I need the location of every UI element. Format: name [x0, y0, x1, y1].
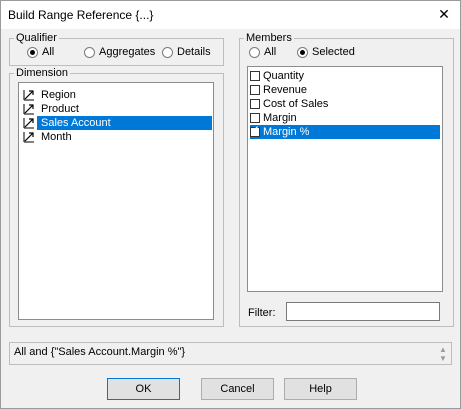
checkbox-checked-icon[interactable]: [250, 125, 260, 137]
qualifier-legend: Qualifier: [14, 32, 59, 45]
member-item-revenue[interactable]: Revenue: [250, 83, 440, 97]
dimension-group: Dimension Region Product Sales Account M…: [9, 67, 224, 327]
dimension-item-sales-account[interactable]: Sales Account: [23, 116, 113, 130]
qualifier-all-label: All: [42, 46, 55, 58]
members-selected-radio[interactable]: Selected: [297, 46, 355, 58]
qualifier-aggregates-radio[interactable]: Aggregates: [84, 46, 155, 58]
expression-box[interactable]: All and {"Sales Account.Margin %"} ▲ ▼: [9, 342, 452, 365]
radio-dot-icon: [162, 46, 173, 58]
close-icon[interactable]: ✕: [431, 3, 457, 25]
ok-button[interactable]: OK: [107, 378, 180, 400]
dimension-item-label: Region: [41, 89, 76, 101]
dimension-icon: [23, 104, 34, 115]
member-item-label: Margin %: [263, 126, 310, 138]
qualifier-aggregates-label: Aggregates: [99, 46, 156, 58]
radio-dot-icon: [249, 46, 260, 58]
dimension-item-product[interactable]: Product: [23, 102, 81, 116]
members-all-radio[interactable]: All: [249, 46, 276, 58]
dialog-window: Build Range Reference {...} ✕ Qualifier …: [0, 0, 461, 409]
scroll-down-icon[interactable]: ▼: [439, 354, 447, 363]
qualifier-details-label: Details: [177, 46, 211, 58]
dimension-item-label: Sales Account: [41, 117, 111, 129]
title-bar: Build Range Reference {...} ✕: [1, 1, 460, 29]
dimension-item-label: Product: [41, 103, 79, 115]
member-item-label: Revenue: [263, 84, 308, 96]
members-all-label: All: [264, 46, 277, 58]
checkbox-icon[interactable]: [250, 99, 260, 109]
radio-dot-icon: [297, 46, 308, 58]
members-group: Members All Selected Quantity Revenue Co…: [239, 32, 454, 327]
window-title: Build Range Reference {...}: [8, 8, 154, 22]
member-item-label: Margin: [263, 112, 297, 124]
dimension-icon: [23, 132, 34, 143]
cancel-button[interactable]: Cancel: [201, 378, 274, 400]
filter-input[interactable]: [286, 302, 440, 321]
expression-text: All and {"Sales Account.Margin %"}: [14, 346, 186, 358]
help-button[interactable]: Help: [284, 378, 357, 400]
member-item-label: Quantity: [263, 70, 304, 82]
checkbox-icon[interactable]: [250, 71, 260, 81]
member-item-cost-of-sales[interactable]: Cost of Sales: [250, 97, 440, 111]
dimension-item-label: Month: [41, 131, 72, 143]
radio-dot-icon: [27, 46, 38, 58]
qualifier-group: Qualifier All Aggregates Details: [9, 32, 224, 66]
dimension-legend: Dimension: [14, 67, 70, 80]
dimension-item-region[interactable]: Region: [23, 88, 78, 102]
radio-dot-icon: [84, 46, 95, 58]
qualifier-details-radio[interactable]: Details: [162, 46, 211, 58]
scroll-up-icon[interactable]: ▲: [439, 345, 447, 354]
dimension-icon: [23, 118, 34, 129]
member-item-margin-pct[interactable]: Margin %: [250, 125, 440, 139]
members-legend: Members: [244, 32, 294, 45]
checkbox-icon[interactable]: [250, 85, 260, 95]
dimension-list[interactable]: Region Product Sales Account Month: [18, 82, 214, 320]
member-item-margin[interactable]: Margin: [250, 111, 440, 125]
members-list[interactable]: Quantity Revenue Cost of Sales Margin Ma…: [247, 66, 443, 292]
dimension-item-month[interactable]: Month: [23, 130, 74, 144]
dimension-icon: [23, 90, 34, 101]
member-item-quantity[interactable]: Quantity: [250, 69, 440, 83]
qualifier-all-radio[interactable]: All: [27, 46, 54, 58]
members-selected-label: Selected: [312, 46, 355, 58]
filter-label: Filter:: [248, 307, 276, 319]
member-item-label: Cost of Sales: [263, 98, 329, 110]
checkbox-icon[interactable]: [250, 113, 260, 123]
